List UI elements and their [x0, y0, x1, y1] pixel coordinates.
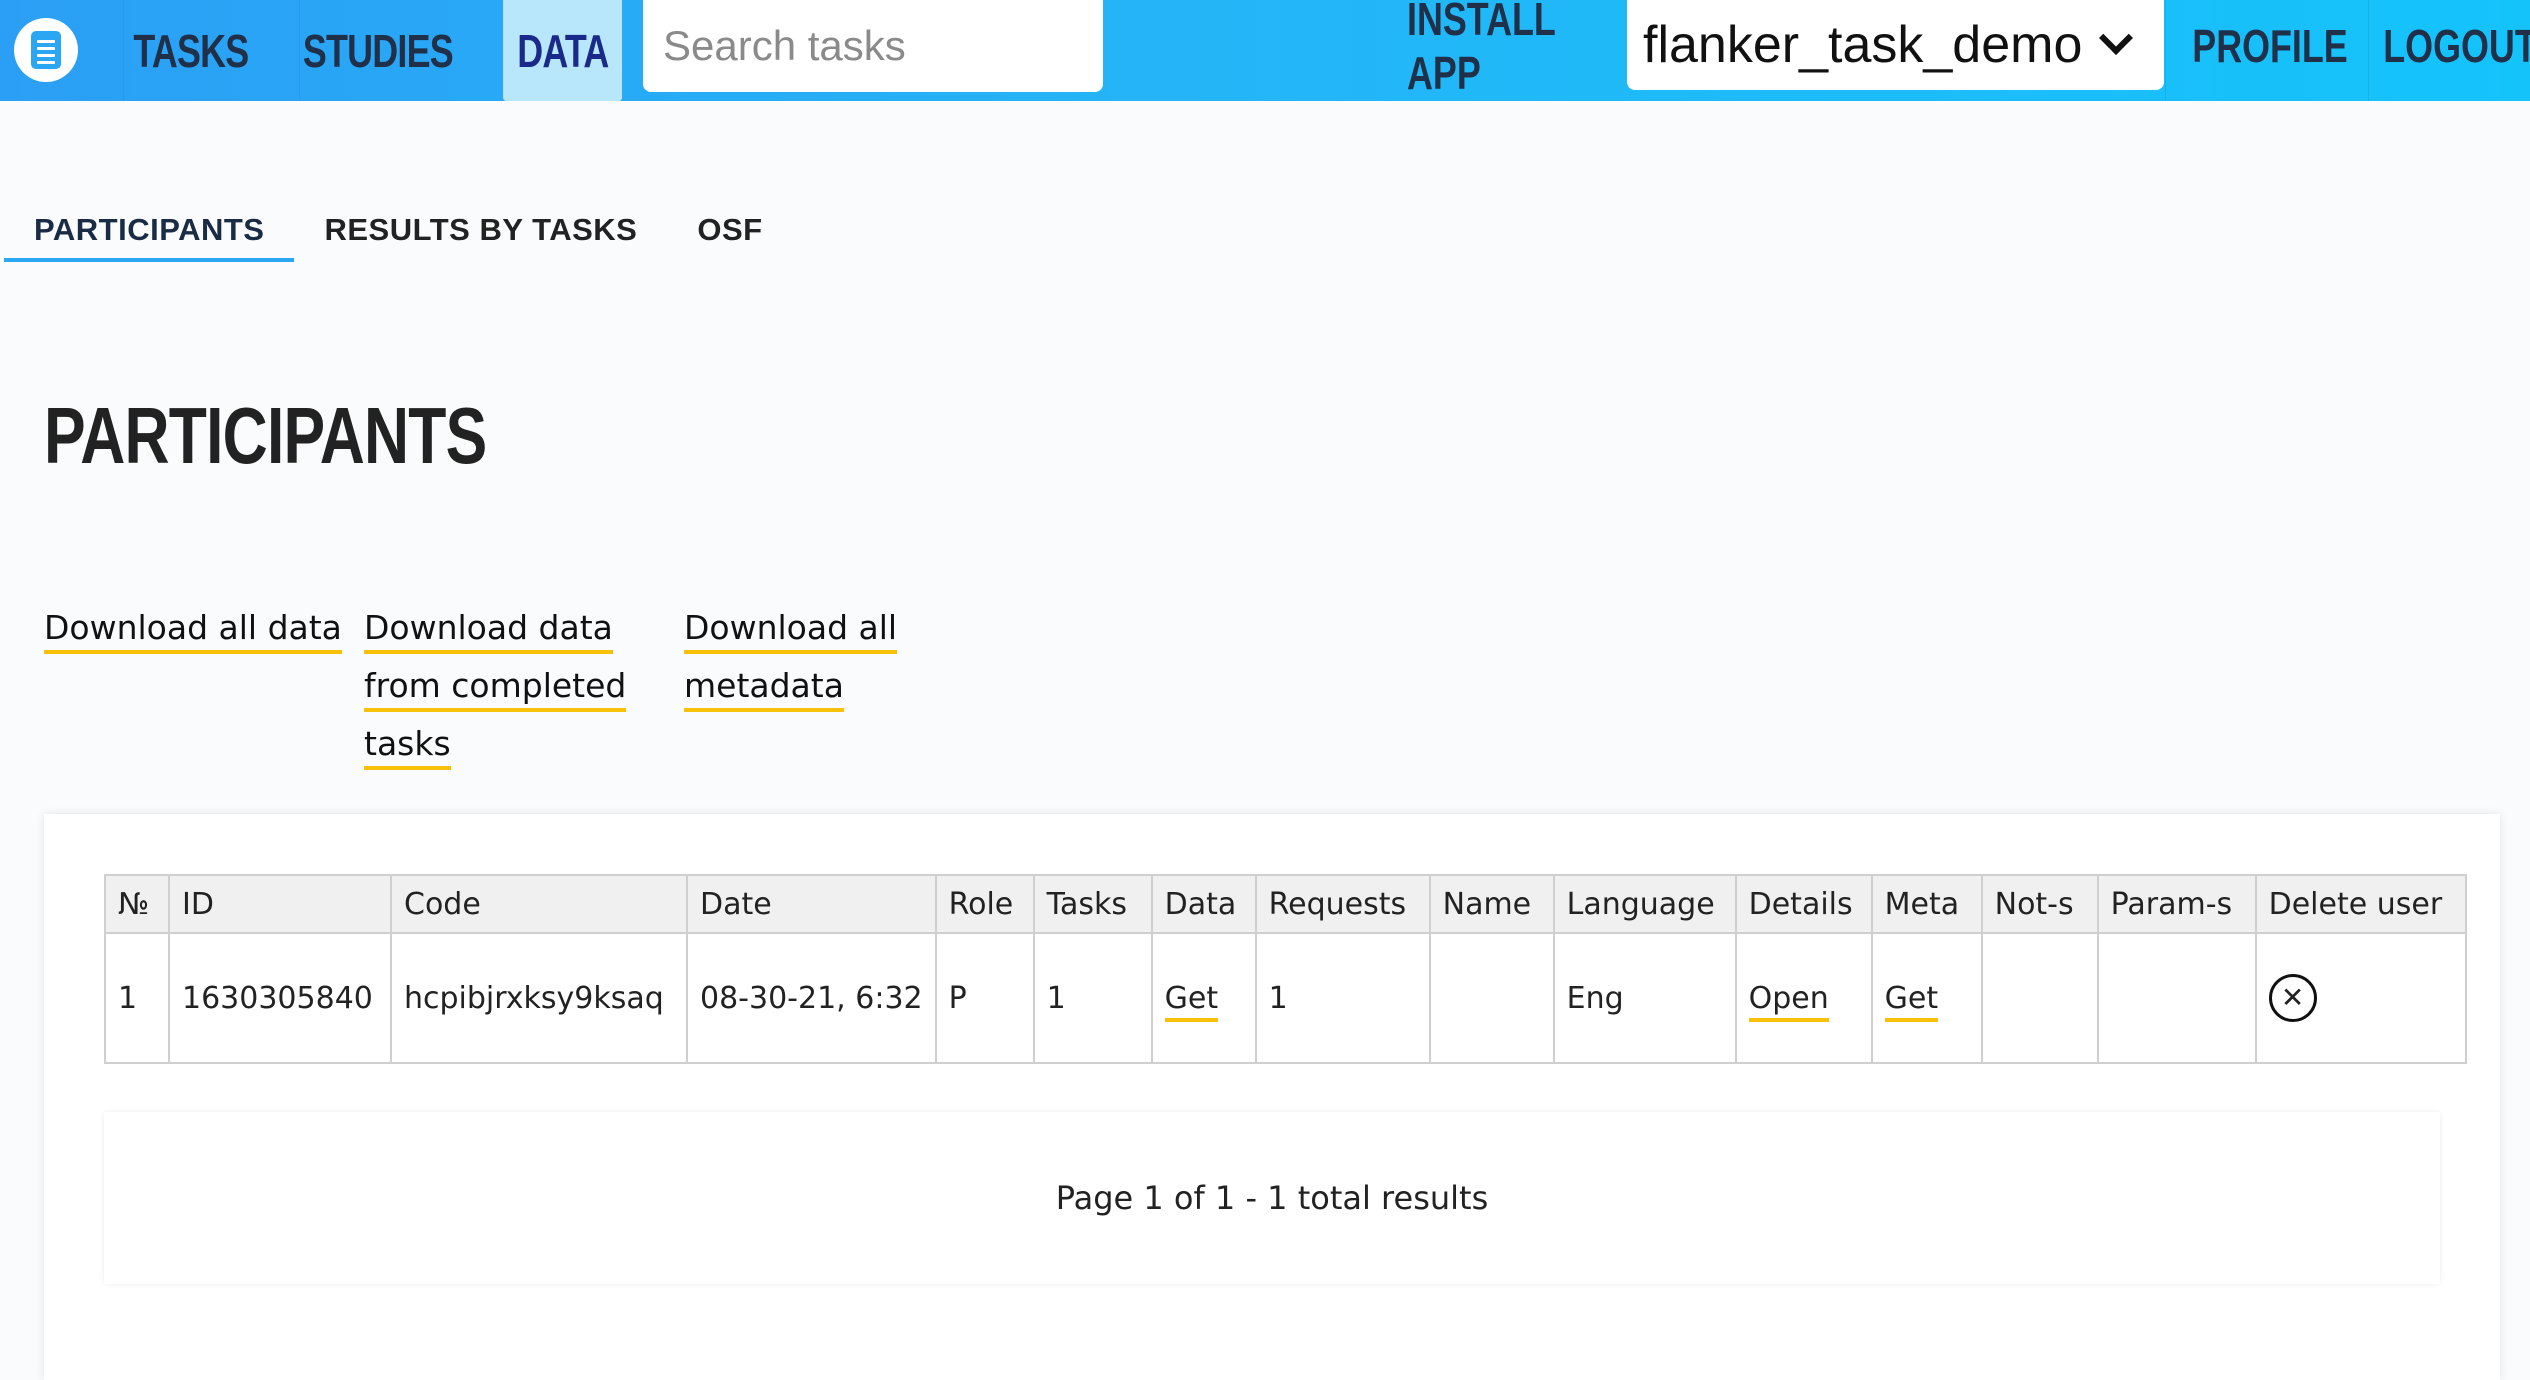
logout-button[interactable]: LOGOUT	[2383, 0, 2530, 92]
download-completed-text-2: from completed	[364, 664, 627, 712]
participants-card: № ID Code Date Role Tasks Data Requests …	[44, 814, 2500, 1380]
col-header-details: Details	[1734, 874, 1873, 934]
document-logo-icon	[14, 18, 78, 82]
tab-osf[interactable]: OSF	[667, 200, 792, 262]
cell-nots	[1980, 932, 2099, 1064]
col-header-delete-user: Delete user	[2254, 874, 2467, 934]
col-header-name: Name	[1428, 874, 1555, 934]
profile-label: PROFILE	[2192, 20, 2348, 72]
download-completed-data-link[interactable]: Download data from completed tasks	[364, 596, 627, 790]
download-metadata-link[interactable]: Download all metadata	[684, 596, 898, 732]
pagination: Page 1 of 1 - 1 total results	[104, 1112, 2440, 1284]
nav-data[interactable]: DATA	[502, 0, 623, 101]
get-meta-link[interactable]: Get	[1884, 980, 1939, 1022]
nav-divider	[2368, 0, 2369, 101]
cell-date: 08-30-21, 6:32	[686, 932, 937, 1064]
get-data-link[interactable]: Get	[1164, 980, 1219, 1022]
download-all-data-text: Download all data	[44, 606, 342, 654]
open-details-link[interactable]: Open	[1748, 980, 1829, 1022]
table-row: 1 1630305840 hcpibjrxksy9ksaq 08-30-21, …	[104, 932, 2467, 1064]
cell-delete-user: ✕	[2254, 932, 2467, 1064]
col-header-nots: Not-s	[1980, 874, 2099, 934]
page-title: PARTICIPANTS	[44, 391, 487, 480]
install-app-button[interactable]: INSTALL APP	[1407, 0, 1563, 99]
table-header-row: № ID Code Date Role Tasks Data Requests …	[104, 874, 2467, 934]
nav-tasks[interactable]: TASKS	[123, 0, 258, 101]
cell-meta: Get	[1870, 932, 1983, 1064]
col-header-tasks: Tasks	[1032, 874, 1153, 934]
nav-data-label: DATA	[517, 24, 609, 77]
chevron-down-icon	[2099, 21, 2133, 55]
col-header-requests: Requests	[1254, 874, 1431, 934]
sub-tabs: PARTICIPANTS RESULTS BY TASKS OSF	[4, 200, 793, 262]
cell-data: Get	[1150, 932, 1257, 1064]
study-select[interactable]: flanker_task_demo	[1627, 0, 2164, 90]
tab-results-by-tasks[interactable]: RESULTS BY TASKS	[294, 200, 667, 262]
col-header-date: Date	[686, 874, 937, 934]
download-metadata-text-2: metadata	[684, 664, 844, 712]
study-select-value: flanker_task_demo	[1643, 16, 2083, 74]
nav-studies[interactable]: STUDIES	[299, 0, 456, 101]
col-header-language: Language	[1552, 874, 1737, 934]
cell-language: Eng	[1552, 932, 1737, 1064]
download-all-data-link[interactable]: Download all data	[44, 596, 342, 674]
search-input[interactable]	[643, 0, 1103, 92]
logout-label: LOGOUT	[2383, 20, 2530, 72]
cell-code: hcpibjrxksy9ksaq	[390, 932, 688, 1064]
cell-requests: 1	[1254, 932, 1431, 1064]
app-logo[interactable]	[0, 0, 104, 101]
col-header-data: Data	[1150, 874, 1257, 934]
participants-table: № ID Code Date Role Tasks Data Requests …	[104, 874, 2467, 1064]
col-header-meta: Meta	[1870, 874, 1983, 934]
nav-tasks-label: TASKS	[133, 24, 249, 77]
cell-id: 1630305840	[168, 932, 392, 1064]
col-header-id: ID	[168, 874, 392, 934]
profile-button[interactable]: PROFILE	[2192, 0, 2347, 92]
cell-params	[2096, 932, 2257, 1064]
close-circle-icon[interactable]: ✕	[2268, 974, 2317, 1022]
col-header-num: №	[104, 874, 170, 934]
nav-divider	[2165, 0, 2166, 101]
download-completed-text-3: tasks	[364, 722, 451, 770]
cell-num: 1	[104, 932, 170, 1064]
col-header-params: Param-s	[2096, 874, 2257, 934]
cell-role: P	[934, 932, 1035, 1064]
pagination-text: Page 1 of 1 - 1 total results	[1055, 1179, 1489, 1217]
download-metadata-text-1: Download all	[684, 606, 898, 654]
nav-studies-label: STUDIES	[302, 24, 454, 77]
download-completed-text-1: Download data	[364, 606, 613, 654]
cell-name	[1428, 932, 1555, 1064]
cell-details: Open	[1734, 932, 1873, 1064]
col-header-role: Role	[934, 874, 1035, 934]
cell-tasks: 1	[1032, 932, 1153, 1064]
col-header-code: Code	[390, 874, 688, 934]
install-app-label: INSTALL APP	[1407, 0, 1556, 99]
tab-participants[interactable]: PARTICIPANTS	[4, 200, 295, 262]
